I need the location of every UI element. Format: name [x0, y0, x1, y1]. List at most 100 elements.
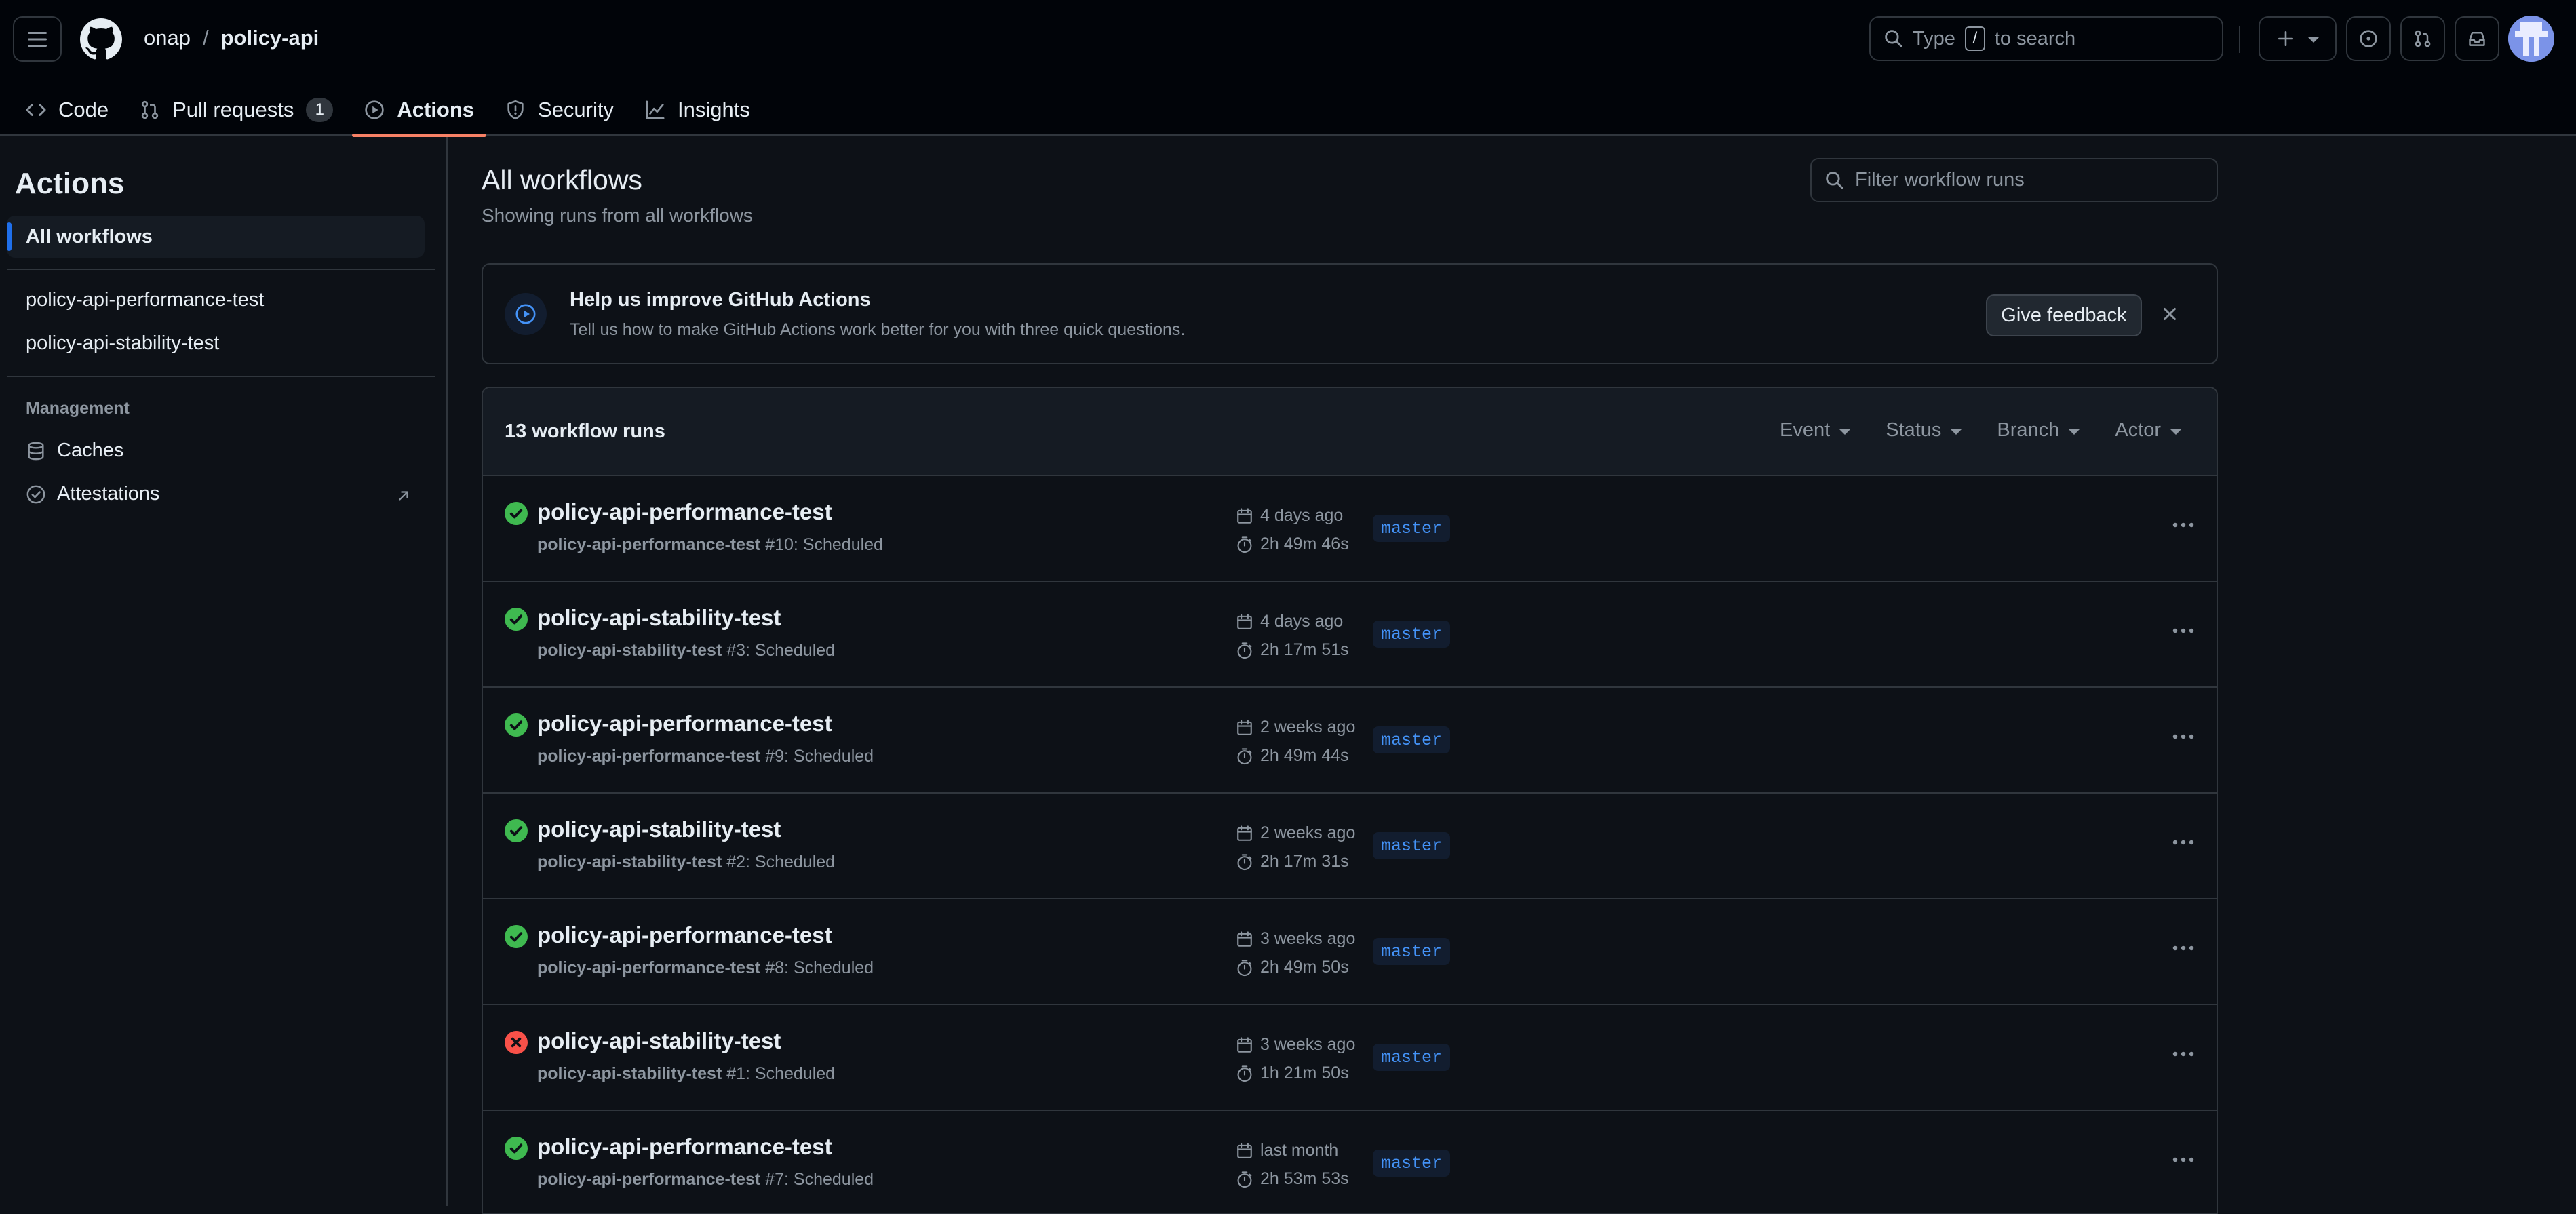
- shield-icon: [507, 100, 524, 120]
- tab-security[interactable]: Security: [493, 84, 626, 136]
- filter-workflow-runs-input[interactable]: Filter workflow runs: [1810, 158, 2218, 202]
- workflow-run-row[interactable]: policy-api-performance-test policy-api-p…: [483, 1111, 2217, 1213]
- run-title[interactable]: policy-api-performance-test: [537, 711, 832, 737]
- breadcrumb-owner[interactable]: onap: [144, 26, 191, 50]
- check-circle-fill-icon: [505, 819, 528, 842]
- run-detail: #9: Scheduled: [765, 747, 874, 766]
- give-feedback-button[interactable]: Give feedback: [1986, 294, 2142, 336]
- kebab-horizontal-icon[interactable]: [2172, 1050, 2195, 1058]
- run-workflow-name: policy-api-stability-test: [537, 1064, 722, 1083]
- pull-requests-count: 1: [306, 98, 334, 122]
- branch-filter-label: Branch: [1997, 419, 2060, 441]
- inbox-button[interactable]: [2455, 16, 2499, 61]
- play-icon: [515, 304, 536, 324]
- search-suffix: to search: [1994, 27, 2076, 50]
- run-workflow-name: policy-api-performance-test: [537, 958, 761, 977]
- sidebar-item-attestations-label: Attestations: [57, 483, 160, 505]
- search-input[interactable]: Type / to search: [1869, 16, 2223, 61]
- run-duration-value: 2h 49m 50s: [1260, 958, 1349, 977]
- workflow-runs-list: 13 workflow runs Event Status Branch Act…: [482, 387, 2218, 1214]
- sidebar-item-workflow[interactable]: policy-api-stability-test: [26, 332, 219, 355]
- kebab-horizontal-icon[interactable]: [2172, 838, 2195, 846]
- run-date: 4 days ago: [1236, 506, 1343, 526]
- branch-label[interactable]: master: [1373, 938, 1451, 965]
- branch-label[interactable]: master: [1373, 726, 1451, 753]
- status-filter-dropdown[interactable]: Status: [1886, 419, 1962, 442]
- menu-button[interactable]: [13, 16, 62, 62]
- plus-icon: [2278, 31, 2293, 47]
- search-icon: [1826, 171, 1843, 189]
- stopwatch-icon: [1237, 1065, 1252, 1082]
- run-title[interactable]: policy-api-performance-test: [537, 499, 832, 525]
- create-new-button[interactable]: [2259, 16, 2337, 61]
- close-icon[interactable]: [2160, 304, 2180, 324]
- avatar[interactable]: [2508, 16, 2554, 62]
- branch-filter-dropdown[interactable]: Branch: [1997, 419, 2080, 442]
- x-circle-fill-icon: [505, 1031, 528, 1054]
- hamburger-icon: [28, 31, 47, 47]
- run-title[interactable]: policy-api-stability-test: [537, 605, 781, 631]
- run-rows: policy-api-performance-test policy-api-p…: [483, 476, 2217, 1213]
- branch-label[interactable]: master: [1373, 1150, 1451, 1177]
- run-workflow-name: policy-api-performance-test: [537, 747, 761, 766]
- kebab-horizontal-icon[interactable]: [2172, 732, 2195, 741]
- banner-icon-wrap: [505, 293, 547, 335]
- issues-button[interactable]: [2346, 16, 2391, 61]
- calendar-icon: [1237, 719, 1252, 735]
- run-workflow-name: policy-api-stability-test: [537, 641, 722, 660]
- actor-filter-label: Actor: [2115, 419, 2161, 441]
- run-detail: #10: Scheduled: [765, 535, 883, 554]
- sidebar-item-attestations[interactable]: Attestations: [26, 483, 160, 505]
- tab-pull-requests[interactable]: Pull requests 1: [128, 84, 345, 136]
- sidebar-item-caches[interactable]: Caches: [26, 439, 123, 462]
- banner-text: Tell us how to make GitHub Actions work …: [570, 320, 1186, 339]
- run-date: 3 weeks ago: [1236, 1035, 1355, 1055]
- run-workflow-name: policy-api-performance-test: [537, 535, 761, 554]
- inbox-icon: [2469, 32, 2485, 46]
- workflow-run-row[interactable]: policy-api-stability-test policy-api-sta…: [483, 1005, 2217, 1111]
- actor-filter-dropdown[interactable]: Actor: [2115, 419, 2181, 442]
- workflow-run-row[interactable]: policy-api-performance-test policy-api-p…: [483, 688, 2217, 794]
- run-detail: #2: Scheduled: [726, 853, 836, 872]
- tab-actions[interactable]: Actions: [352, 84, 486, 137]
- sidebar-item-all-workflows[interactable]: All workflows: [7, 216, 425, 258]
- sidebar-divider: [7, 269, 435, 270]
- breadcrumb-separator: /: [202, 26, 209, 50]
- verified-icon: [26, 485, 45, 503]
- tab-code[interactable]: Code: [14, 84, 121, 136]
- workflow-run-row[interactable]: policy-api-performance-test policy-api-p…: [483, 476, 2217, 582]
- branch-label[interactable]: master: [1373, 515, 1451, 542]
- branch-label[interactable]: master: [1373, 832, 1451, 859]
- event-filter-label: Event: [1780, 419, 1831, 441]
- sidebar-title: Actions: [15, 167, 125, 200]
- workflow-run-row[interactable]: policy-api-performance-test policy-api-p…: [483, 899, 2217, 1005]
- pull-requests-button[interactable]: [2400, 16, 2445, 61]
- event-filter-dropdown[interactable]: Event: [1780, 419, 1851, 442]
- tab-code-label: Code: [58, 98, 109, 121]
- check-circle-fill-icon: [505, 713, 528, 737]
- workflow-run-row[interactable]: policy-api-stability-test policy-api-sta…: [483, 794, 2217, 899]
- workflow-run-row[interactable]: policy-api-stability-test policy-api-sta…: [483, 582, 2217, 688]
- kebab-horizontal-icon[interactable]: [2172, 1156, 2195, 1164]
- github-logo-icon[interactable]: [80, 18, 122, 60]
- run-when: 2 weeks ago: [1260, 718, 1356, 737]
- kebab-horizontal-icon[interactable]: [2172, 521, 2195, 529]
- run-title[interactable]: policy-api-performance-test: [537, 922, 832, 948]
- stopwatch-icon: [1237, 747, 1252, 764]
- run-duration-value: 2h 17m 51s: [1260, 640, 1349, 659]
- kebab-horizontal-icon[interactable]: [2172, 944, 2195, 952]
- calendar-icon: [1237, 825, 1252, 841]
- run-title[interactable]: policy-api-performance-test: [537, 1134, 832, 1160]
- run-title[interactable]: policy-api-stability-test: [537, 1028, 781, 1054]
- sidebar-item-workflow[interactable]: policy-api-performance-test: [26, 289, 264, 311]
- banner-title: Help us improve GitHub Actions: [570, 289, 871, 311]
- run-title[interactable]: policy-api-stability-test: [537, 817, 781, 842]
- run-detail: #3: Scheduled: [726, 641, 836, 660]
- kebab-horizontal-icon[interactable]: [2172, 627, 2195, 635]
- run-meta: policy-api-performance-test #10: Schedul…: [537, 535, 883, 555]
- sidebar-management-heading: Management: [26, 399, 130, 418]
- breadcrumb-repo[interactable]: policy-api: [221, 26, 319, 50]
- tab-insights[interactable]: Insights: [633, 84, 762, 136]
- branch-label[interactable]: master: [1373, 1044, 1451, 1071]
- branch-label[interactable]: master: [1373, 621, 1451, 648]
